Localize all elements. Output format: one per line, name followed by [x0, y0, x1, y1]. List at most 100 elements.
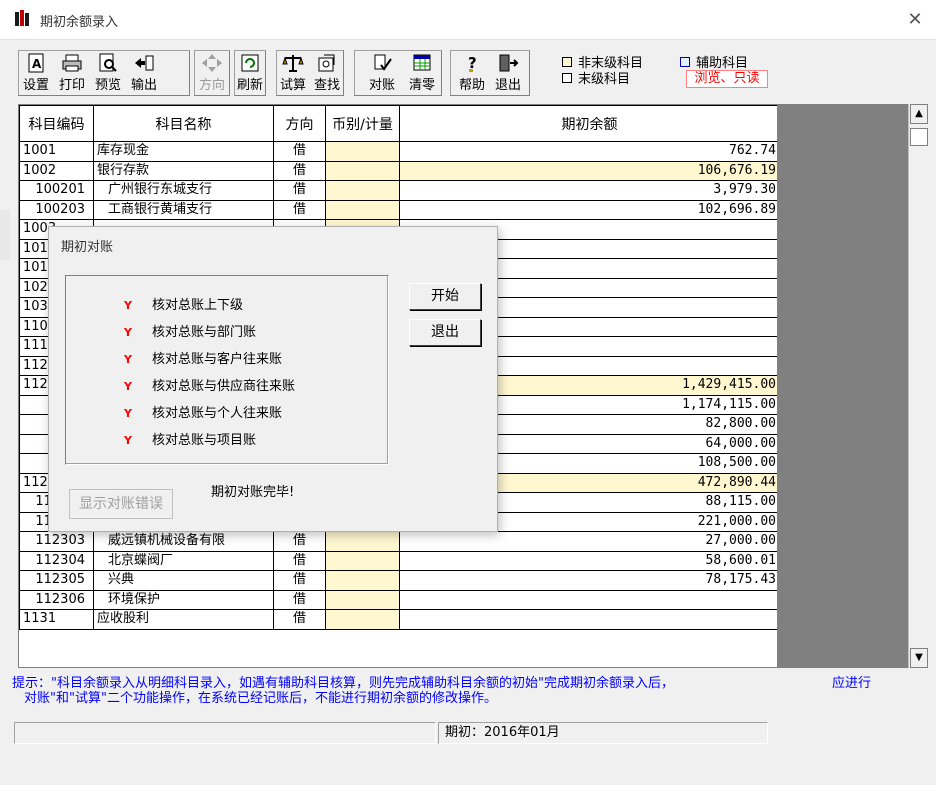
row-code-cell[interactable]: 1131	[19, 609, 94, 630]
dialog-title: 期初对账	[61, 240, 114, 255]
col-header-name[interactable]: 科目名称	[93, 105, 274, 142]
table-row[interactable]: 1001 库存现金借 762.74	[19, 141, 777, 162]
row-direction-cell[interactable]: 借	[273, 160, 326, 181]
row-currency-cell[interactable]	[325, 160, 400, 181]
legend-swatch-leaf	[562, 73, 572, 83]
row-currency-cell[interactable]	[325, 141, 400, 162]
table-row[interactable]: 1131 应收股利借	[19, 609, 777, 630]
check-item: Y 核对总账与项目账	[124, 433, 256, 448]
grid-empty-area	[778, 104, 908, 668]
row-direction-cell[interactable]: 借	[273, 609, 326, 630]
settings-button[interactable]: A 设置	[18, 50, 54, 96]
row-direction-cell[interactable]: 借	[273, 180, 326, 201]
export-icon	[135, 55, 154, 71]
status-message	[14, 722, 436, 744]
background-window-fragment	[0, 210, 10, 264]
row-name-cell[interactable]: 环境保护	[93, 589, 274, 610]
col-header-currency[interactable]: 币别/计量	[325, 105, 400, 142]
reconcile-button[interactable]: 对账	[362, 50, 402, 96]
row-name-cell[interactable]: 工商银行黄埔支行	[93, 199, 274, 220]
row-code-cell[interactable]: 1002	[19, 160, 94, 181]
find-icon	[318, 54, 335, 72]
row-balance-cell[interactable]: 762.74	[399, 141, 777, 162]
hint-text: 提示："科目余额录入从明细科目录入，如遇有辅助科目核算，则先完成辅助科目余额的初…	[12, 676, 912, 706]
row-code-cell[interactable]: 112305	[19, 570, 94, 591]
preview-button[interactable]: 预览	[90, 50, 126, 96]
balance-scale-icon	[282, 55, 304, 72]
row-code-cell[interactable]: 112304	[19, 550, 94, 571]
exit-button[interactable]: 退出	[490, 50, 526, 96]
row-code-cell[interactable]: 100201	[19, 180, 94, 201]
row-direction-cell[interactable]: 借	[273, 550, 326, 571]
col-header-direction[interactable]: 方向	[273, 105, 326, 142]
row-code-cell[interactable]: 112306	[19, 589, 94, 610]
row-name-cell[interactable]: 库存现金	[93, 141, 274, 162]
status-period: 期初：2016年01月	[438, 722, 768, 744]
row-currency-cell[interactable]	[325, 180, 400, 201]
table-row[interactable]: 112304 北京蝶阀厂借 58,600.01	[19, 550, 777, 571]
vertical-scrollbar[interactable]: ▲ ▼	[908, 104, 928, 668]
row-direction-cell[interactable]: 借	[273, 141, 326, 162]
table-row[interactable]: 112305 兴典借 78,175.43	[19, 570, 777, 591]
help-button[interactable]: ? 帮助	[454, 50, 490, 96]
row-name-cell[interactable]: 银行存款	[93, 160, 274, 181]
row-direction-cell[interactable]: 借	[273, 589, 326, 610]
row-currency-cell[interactable]	[325, 589, 400, 610]
check-item: Y 核对总账与客户往来账	[124, 352, 282, 367]
row-direction-cell[interactable]: 借	[273, 570, 326, 591]
row-balance-cell[interactable]: 27,000.00	[399, 531, 777, 552]
find-button[interactable]: 查找	[310, 50, 344, 96]
row-currency-cell[interactable]	[325, 570, 400, 591]
row-name-cell[interactable]: 北京蝶阀厂	[93, 550, 274, 571]
show-errors-button[interactable]: 显示对账错误	[69, 489, 173, 519]
table-row[interactable]: 100201 广州银行东城支行借 3,979.30	[19, 180, 777, 201]
row-balance-cell[interactable]	[399, 589, 777, 610]
row-code-cell[interactable]: 100203	[19, 199, 94, 220]
clear-button[interactable]: 清零	[402, 50, 442, 96]
row-balance-cell[interactable]: 78,175.43	[399, 570, 777, 591]
title-bar: 期初余额录入 ✕	[0, 0, 936, 40]
row-code-cell[interactable]: 1001	[19, 141, 94, 162]
table-row[interactable]: 112306 环境保护借	[19, 589, 777, 610]
scroll-up-icon[interactable]: ▲	[910, 104, 928, 124]
table-row[interactable]: 112303 威远镇机械设备有限借 27,000.00	[19, 531, 777, 552]
legend-leaf: 末级科目	[562, 68, 630, 87]
reconcile-dialog[interactable]: 期初对账 Y 核对总账上下级 Y 核对总账与部门账 Y 核对总账与客户往来账 Y 核对总…	[48, 226, 498, 532]
trial-balance-button[interactable]: 试算	[276, 50, 310, 96]
table-row[interactable]: 100203 工商银行黄埔支行借 102,696.89	[19, 199, 777, 220]
scroll-down-icon[interactable]: ▼	[910, 648, 928, 668]
row-direction-cell[interactable]: 借	[273, 531, 326, 552]
row-balance-cell[interactable]: 58,600.01	[399, 550, 777, 571]
row-balance-cell[interactable]: 106,676.19	[399, 160, 777, 181]
row-currency-cell[interactable]	[325, 531, 400, 552]
print-button[interactable]: 打印	[54, 50, 90, 96]
row-currency-cell[interactable]	[325, 609, 400, 630]
row-name-cell[interactable]: 兴典	[93, 570, 274, 591]
row-balance-cell[interactable]: 102,696.89	[399, 199, 777, 220]
row-code-cell[interactable]: 112303	[19, 531, 94, 552]
hint-line-2: 对账"和"试算"二个功能操作，在系统已经记账后，不能进行期初余额的修改操作。	[24, 691, 497, 706]
row-direction-cell[interactable]: 借	[273, 199, 326, 220]
hint-line-1: 提示："科目余额录入从明细科目录入，如遇有辅助科目核算，则先完成辅助科目余额的初…	[12, 676, 674, 691]
row-currency-cell[interactable]	[325, 550, 400, 571]
row-name-cell[interactable]: 威远镇机械设备有限	[93, 531, 274, 552]
col-header-balance[interactable]: 期初余额	[399, 105, 777, 142]
help-icon: ?	[468, 54, 477, 72]
row-name-cell[interactable]: 广州银行东城支行	[93, 180, 274, 201]
dialog-exit-button[interactable]: 退出	[409, 319, 481, 346]
direction-button[interactable]: 方向	[194, 50, 230, 96]
close-icon[interactable]: ✕	[900, 6, 930, 34]
export-button[interactable]: 输出	[126, 50, 162, 96]
scroll-thumb[interactable]	[910, 128, 928, 146]
col-header-code[interactable]: 科目编码	[19, 105, 94, 142]
row-name-cell[interactable]: 应收股利	[93, 609, 274, 630]
background-window-edge-icon	[0, 210, 10, 260]
row-currency-cell[interactable]	[325, 199, 400, 220]
table-row[interactable]: 1002 银行存款借 106,676.19	[19, 160, 777, 181]
row-balance-cell[interactable]: 3,979.30	[399, 180, 777, 201]
direction-icon	[202, 54, 222, 72]
check-item: Y 核对总账与部门账	[124, 325, 256, 340]
start-button[interactable]: 开始	[409, 283, 481, 310]
row-balance-cell[interactable]	[399, 609, 777, 630]
refresh-button[interactable]: 刷新	[234, 50, 266, 96]
